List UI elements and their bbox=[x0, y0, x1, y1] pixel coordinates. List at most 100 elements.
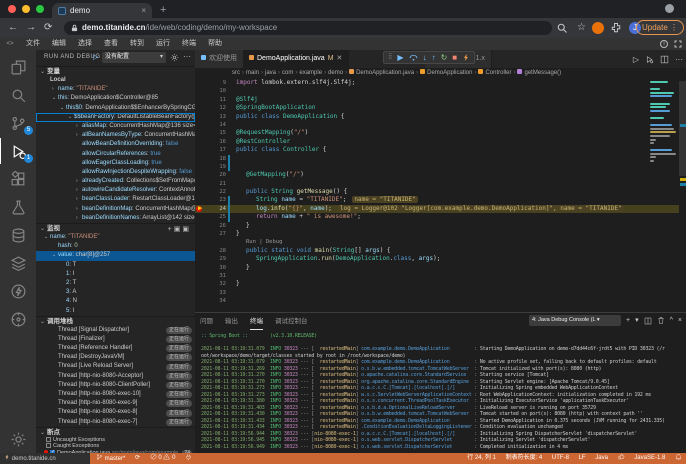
watch-row[interactable]: 0: T bbox=[36, 261, 195, 270]
drag-handle[interactable]: ⣿ bbox=[388, 52, 392, 63]
variable-row[interactable]: ⌄this$0: DemoApplication$$EnhancerBySpri… bbox=[36, 104, 195, 113]
watch-row[interactable]: 4: N bbox=[36, 297, 195, 306]
code-line[interactable]: ▶24log.info("{}", name);log = Logger@102… bbox=[195, 205, 686, 213]
editor-tab-DemoApplication.java[interactable]: DemoApplication.javaM✕ bbox=[243, 50, 349, 68]
code-line[interactable]: 18 bbox=[195, 155, 686, 163]
database-icon[interactable] bbox=[0, 222, 36, 248]
callstack-thread-row[interactable]: Thread [DestroyJavaVM]正在运行 bbox=[36, 353, 195, 362]
hot-code-replace-icon[interactable] bbox=[462, 53, 470, 62]
variable-row[interactable]: Local bbox=[36, 76, 195, 85]
variable-row[interactable]: ⌄$$beanFactory: DefaultListableBeanFacto… bbox=[36, 113, 195, 122]
update-button[interactable]: Update ⋮ bbox=[636, 20, 684, 35]
new-tab-button[interactable]: + bbox=[160, 3, 166, 18]
code-line[interactable]: 9import lombok.extern.slf4j.Slf4j; bbox=[195, 79, 686, 87]
url-bar[interactable]: demo.titanide.cn/ide/web/coding/demo/my-… bbox=[64, 21, 552, 35]
code-line[interactable]: 29SpringApplication.run(DemoApplication.… bbox=[195, 255, 686, 263]
layers-icon[interactable] bbox=[0, 250, 36, 276]
code-line[interactable]: 17public class Controller { bbox=[195, 146, 686, 154]
variable-row[interactable]: ›allBeanNamesByType: ConcurrentHashMap@1… bbox=[36, 131, 195, 140]
step-out-icon[interactable]: ↑ bbox=[432, 52, 436, 63]
variable-row[interactable]: ›beanDefinitionMap: ConcurrentHashMap@14… bbox=[36, 205, 195, 214]
breadcrumb-item[interactable]: DemoApplication.java bbox=[356, 70, 414, 76]
puzzle-icon[interactable] bbox=[610, 22, 622, 34]
callstack-thread-row[interactable]: Thread [Finalizer]正在运行 bbox=[36, 335, 195, 344]
language-status[interactable]: Java bbox=[595, 453, 608, 464]
minimize-window-button[interactable] bbox=[22, 5, 30, 13]
panel-tab-调试控制台[interactable]: 调试控制台 bbox=[275, 313, 308, 330]
code-line[interactable]: 25return name + " is awesome!"; bbox=[195, 213, 686, 221]
variable-row[interactable]: ›beanDefinitionNames: ArrayList@142 size… bbox=[36, 214, 195, 223]
variable-row[interactable]: ›autowireCandidateResolver: ContextAnnot… bbox=[36, 186, 195, 195]
callstack-thread-row[interactable]: Thread [Signal Dispatcher]正在运行 bbox=[36, 326, 195, 335]
problems-status[interactable]: 0 0 bbox=[150, 453, 176, 464]
step-into-icon[interactable]: ↓ bbox=[423, 52, 427, 63]
gear-icon[interactable] bbox=[0, 426, 36, 452]
remote-indicator[interactable]: demo.titanide.cn bbox=[0, 453, 90, 464]
eol-status[interactable]: LF bbox=[579, 453, 586, 464]
menu-item-运行[interactable]: 运行 bbox=[150, 38, 176, 50]
breadcrumb-item[interactable]: example bbox=[299, 70, 322, 76]
breadcrumb-item[interactable]: Controller bbox=[485, 70, 511, 76]
close-tab-icon[interactable]: × bbox=[141, 3, 146, 18]
extensions-icon[interactable] bbox=[0, 166, 36, 192]
code-line[interactable]: 11@Slf4j bbox=[195, 96, 686, 104]
variables-section-header[interactable]: ⌄变量 bbox=[36, 66, 195, 76]
breakpoints-section-header[interactable]: ⌄断点 bbox=[36, 427, 195, 437]
source-control-icon[interactable]: 5 bbox=[0, 110, 36, 136]
breadcrumb-item[interactable]: demo bbox=[328, 70, 343, 76]
callstack-thread-row[interactable]: Thread [http-nio-8080-ClientPoller]正在运行 bbox=[36, 381, 195, 390]
git-branch-status[interactable]: master* bbox=[96, 453, 125, 464]
close-panel-icon[interactable]: × bbox=[678, 315, 682, 326]
code-line[interactable]: 28public static void main(String[] args)… bbox=[195, 247, 686, 255]
watch-row[interactable]: 1: I bbox=[36, 270, 195, 279]
sync-icon[interactable]: ⟳ bbox=[135, 453, 140, 464]
panel-tab-问题[interactable]: 问题 bbox=[200, 313, 213, 330]
more-actions-icon[interactable]: ··· bbox=[183, 52, 191, 61]
menu-item-查看[interactable]: 查看 bbox=[98, 38, 124, 50]
forward-icon[interactable]: → bbox=[26, 21, 36, 35]
search-icon[interactable] bbox=[556, 22, 568, 34]
run-or-debug-icon[interactable] bbox=[645, 55, 654, 64]
breakpoint-checkbox[interactable] bbox=[46, 443, 51, 448]
minimap[interactable] bbox=[650, 81, 678, 181]
info-icon[interactable]: i bbox=[660, 40, 668, 48]
watch-row[interactable]: 5: I bbox=[36, 307, 195, 316]
terminal-dropdown-icon[interactable]: ▾ bbox=[635, 315, 639, 326]
start-debug-icon[interactable]: ▷ bbox=[93, 54, 98, 62]
zoom-window-button[interactable] bbox=[36, 5, 44, 13]
close-tab-icon[interactable]: ✕ bbox=[337, 55, 343, 62]
panel-tab-输出[interactable]: 输出 bbox=[225, 313, 238, 330]
search-icon[interactable] bbox=[0, 82, 36, 108]
explorer-icon[interactable] bbox=[0, 54, 36, 80]
watch-row[interactable]: ⌄value: char[8]@257 bbox=[36, 251, 195, 260]
breadcrumb-item[interactable]: main bbox=[246, 70, 259, 76]
code-line[interactable]: 21 bbox=[195, 180, 686, 188]
callstack-thread-row[interactable]: Thread [http-nio-8080-Acceptor]正在运行 bbox=[36, 372, 195, 381]
callstack-thread-row[interactable]: Thread [http-nio-8080-exec-7]正在运行 bbox=[36, 418, 195, 427]
close-window-button[interactable] bbox=[8, 5, 16, 13]
menu-item-终端[interactable]: 终端 bbox=[176, 38, 202, 50]
split-editor-icon[interactable] bbox=[660, 55, 669, 64]
test-beaker-icon[interactable] bbox=[0, 194, 36, 220]
menu-item-转到[interactable]: 转到 bbox=[124, 38, 150, 50]
terminal-select[interactable]: 4: Java Debug Console (L ▾ bbox=[529, 315, 621, 326]
breadcrumb-item[interactable]: getMessage() bbox=[524, 70, 561, 76]
variable-row[interactable]: ›name: "TITANIDE" bbox=[36, 85, 195, 94]
debug-connect-icon[interactable] bbox=[185, 453, 192, 464]
code-line[interactable]: 12@SpringBootApplication bbox=[195, 104, 686, 112]
breadcrumb-item[interactable]: com bbox=[282, 70, 293, 76]
code-line[interactable]: 26} bbox=[195, 222, 686, 230]
menu-item-选择[interactable]: 选择 bbox=[72, 38, 98, 50]
variable-row[interactable]: allowBeanDefinitionOverriding: false bbox=[36, 140, 195, 149]
stop-icon[interactable]: ■ bbox=[452, 52, 457, 63]
breakpoint-checkbox[interactable] bbox=[46, 437, 51, 442]
expand-icon[interactable] bbox=[674, 40, 682, 48]
code-line[interactable]: 22public String getMessage() { bbox=[195, 188, 686, 196]
cursor-position-status[interactable]: 行 24, 列 1 bbox=[467, 453, 496, 464]
watch-row[interactable]: hash: 0 bbox=[36, 242, 195, 251]
code-line[interactable]: 33 bbox=[195, 289, 686, 297]
callstack-section-header[interactable]: ⌄调用堆栈 bbox=[36, 316, 195, 326]
extension-avatar-icon[interactable] bbox=[592, 22, 604, 34]
kill-terminal-icon[interactable] bbox=[657, 316, 665, 325]
breadcrumb-item[interactable]: DemoApplication bbox=[427, 70, 472, 76]
